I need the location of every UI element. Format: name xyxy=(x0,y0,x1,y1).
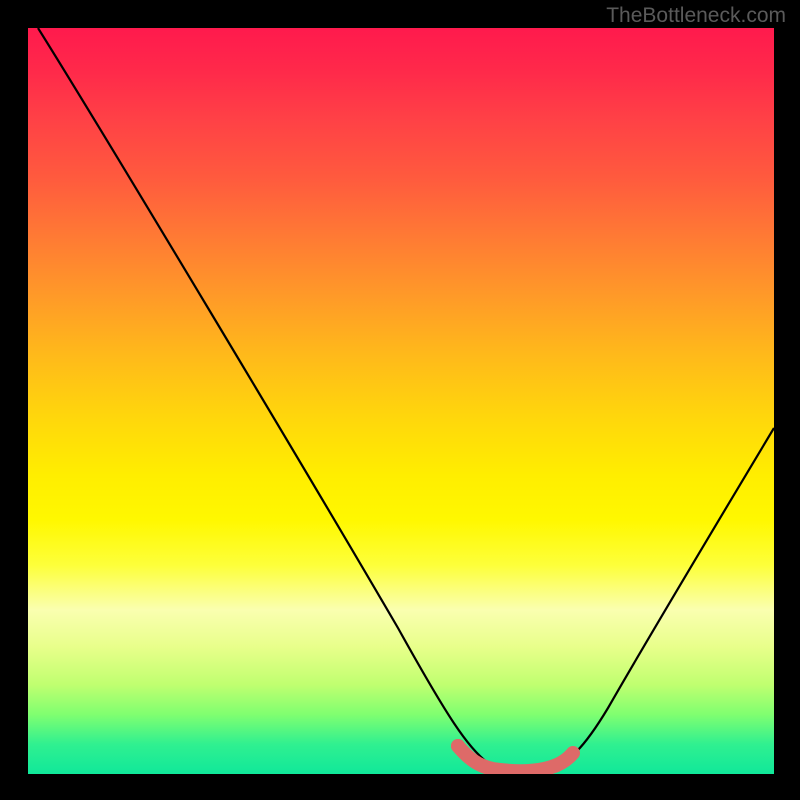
highlight-start-dot xyxy=(451,739,465,753)
watermark-text: TheBottleneck.com xyxy=(606,4,786,28)
chart-svg xyxy=(28,28,774,774)
bottleneck-curve-line xyxy=(38,28,774,770)
chart-plot-area xyxy=(28,28,774,774)
